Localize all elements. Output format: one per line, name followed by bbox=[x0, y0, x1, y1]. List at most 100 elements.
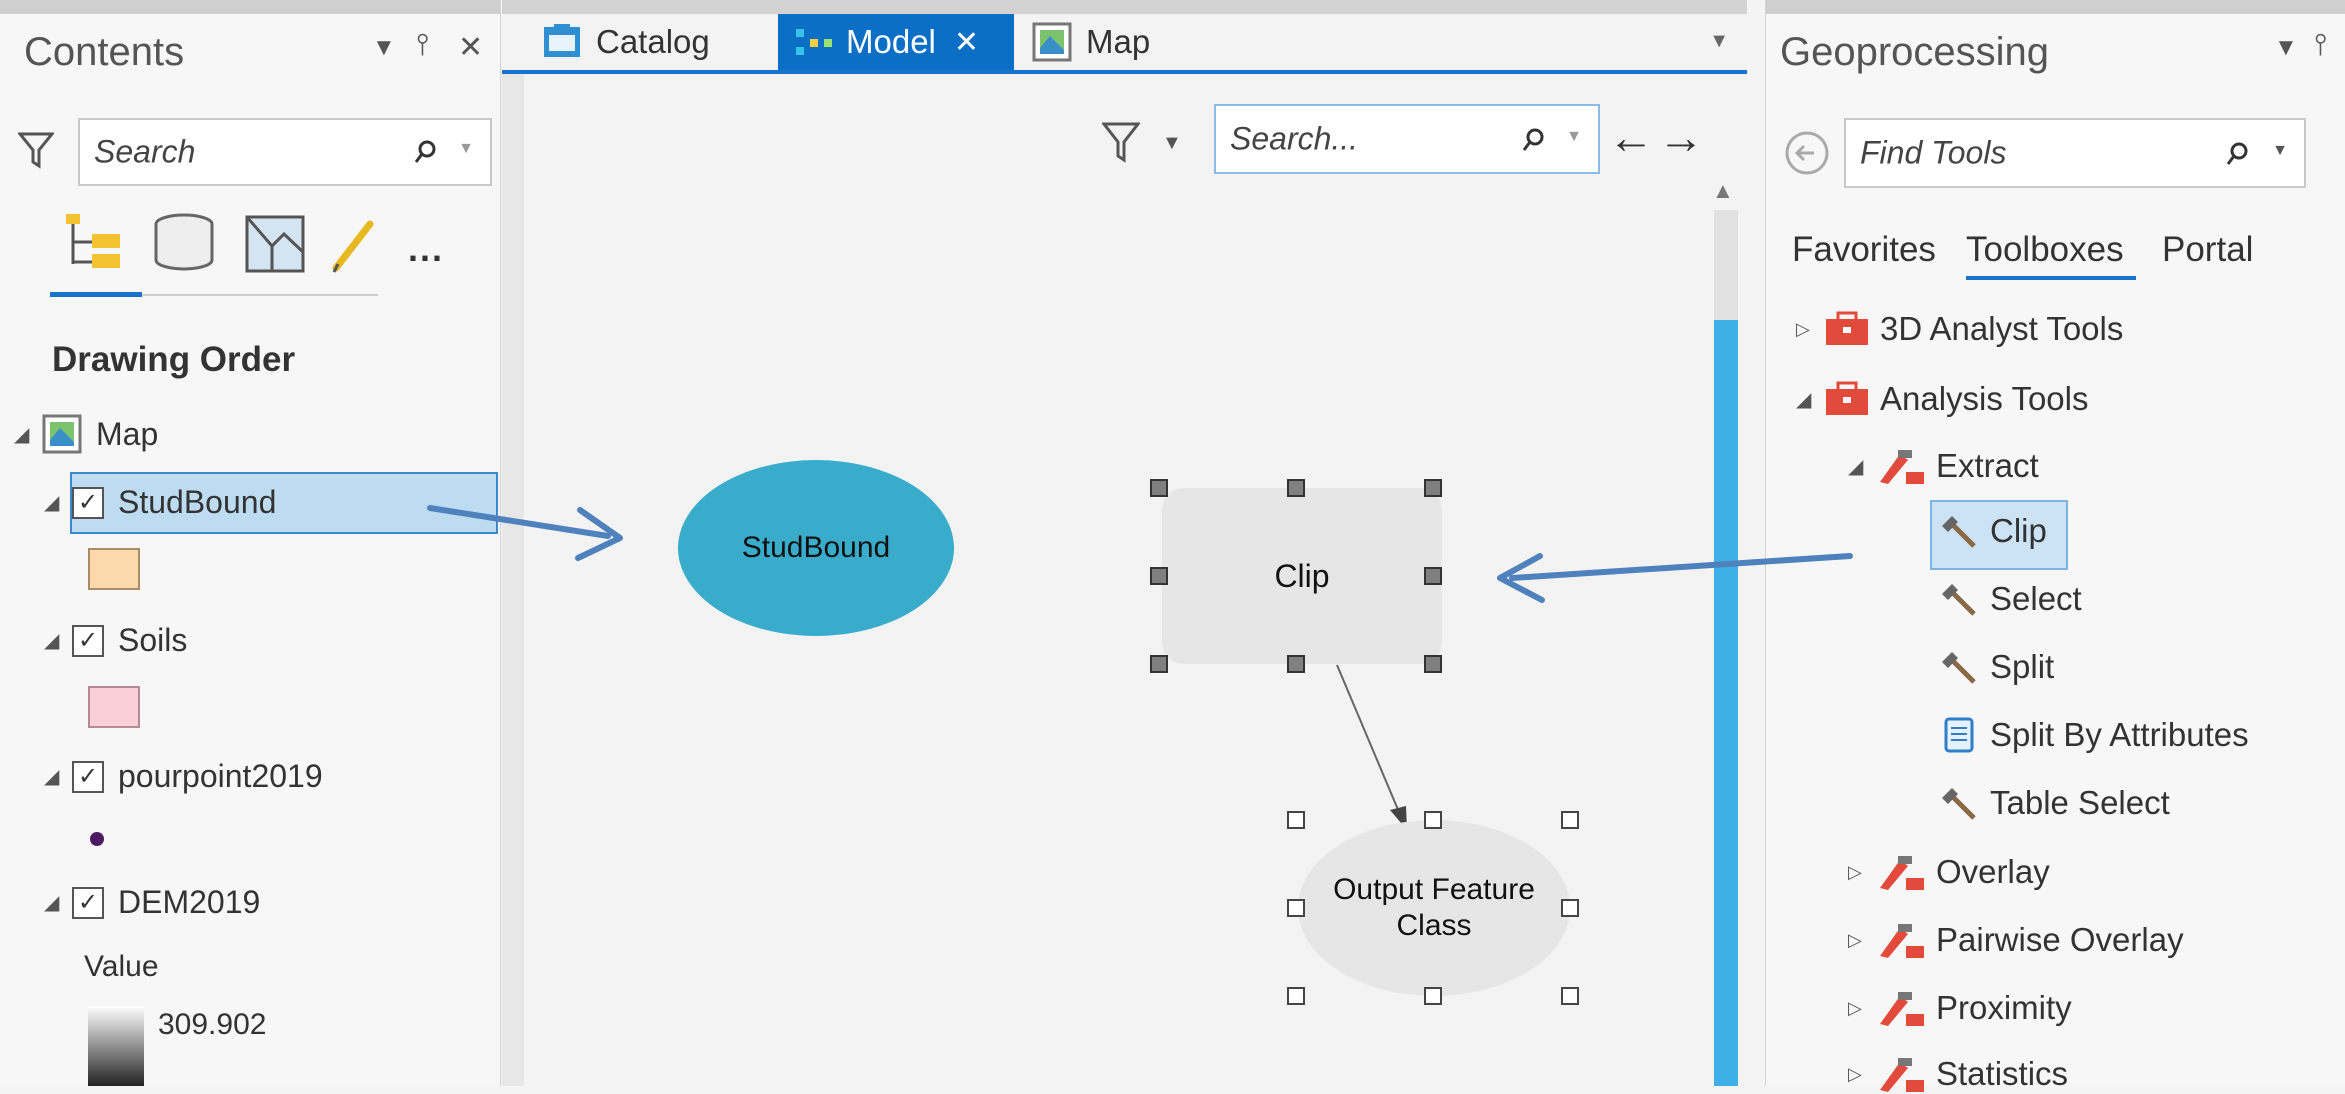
tool-label: Split By Attributes bbox=[1990, 716, 2249, 753]
input-data-node[interactable]: StudBound bbox=[678, 460, 954, 636]
layer-visibility-checkbox[interactable]: ✓ bbox=[72, 624, 104, 657]
clip-to-output-connector[interactable] bbox=[1336, 664, 1400, 813]
list-by-editing-icon[interactable] bbox=[330, 218, 380, 274]
selection-handle[interactable] bbox=[1424, 479, 1442, 497]
toolset-proximity[interactable]: ▷ Proximity bbox=[1848, 988, 2072, 1028]
tool-select[interactable]: Select bbox=[1940, 580, 2082, 618]
expand-triangle-icon[interactable]: ▷ bbox=[1848, 1064, 1876, 1085]
selection-handle[interactable] bbox=[1424, 987, 1442, 1005]
tab-favorites[interactable]: Favorites bbox=[1792, 230, 1936, 270]
layer-row-studbound[interactable]: ◢ ✓ StudBound bbox=[44, 484, 276, 521]
search-dropdown-icon[interactable]: ▼ bbox=[2272, 142, 2288, 160]
toolset-overlay[interactable]: ▷ Overlay bbox=[1848, 852, 2050, 892]
selection-handle[interactable] bbox=[1424, 655, 1442, 673]
expand-triangle-icon[interactable]: ▷ bbox=[1848, 998, 1876, 1019]
map-label: Map bbox=[96, 415, 159, 452]
collapse-triangle-icon[interactable]: ◢ bbox=[44, 890, 72, 915]
collapse-triangle-icon[interactable]: ◢ bbox=[44, 764, 72, 789]
filter-icon[interactable] bbox=[18, 130, 54, 170]
hammer-icon bbox=[1942, 516, 1976, 548]
tool-table-select[interactable]: Table Select bbox=[1940, 784, 2170, 822]
toolbox-3d-analyst[interactable]: ▷ 3D Analyst Tools bbox=[1796, 310, 2123, 348]
tab-portal[interactable]: Portal bbox=[2162, 230, 2253, 270]
toolset-icon bbox=[1880, 924, 1924, 958]
toolset-icon bbox=[1880, 992, 1924, 1026]
selection-handle[interactable] bbox=[1287, 899, 1305, 917]
close-icon[interactable]: ✕ bbox=[458, 30, 483, 65]
contents-pane: Contents ▼ ⫯ ✕ Search ▼ ... Drawing Orde… bbox=[0, 0, 501, 1086]
tool-clip[interactable]: Clip bbox=[1940, 512, 2047, 550]
layer-label: pourpoint2019 bbox=[118, 758, 323, 794]
toolbox-label: 3D Analyst Tools bbox=[1880, 310, 2124, 347]
tab-toolboxes[interactable]: Toolboxes bbox=[1966, 230, 2124, 270]
toolset-label: Pairwise Overlay bbox=[1936, 921, 2184, 958]
selection-handle[interactable] bbox=[1287, 479, 1305, 497]
find-tools-placeholder: Find Tools bbox=[1860, 134, 2007, 171]
layer-row-soils[interactable]: ◢ ✓ Soils bbox=[44, 622, 187, 659]
toolset-pairwise-overlay[interactable]: ▷ Pairwise Overlay bbox=[1848, 920, 2184, 960]
selection-handle[interactable] bbox=[1561, 899, 1579, 917]
toolset-extract[interactable]: ◢ Extract bbox=[1848, 446, 2039, 486]
toolbox-icon bbox=[1826, 381, 1868, 415]
collapse-triangle-icon[interactable]: ◢ bbox=[1796, 387, 1824, 412]
output-node-label-line1: Output Feature bbox=[1333, 873, 1535, 906]
selection-handle[interactable] bbox=[1287, 811, 1305, 829]
selection-handle[interactable] bbox=[1150, 567, 1168, 585]
expand-triangle-icon[interactable]: ▷ bbox=[1848, 862, 1876, 883]
contents-search-input[interactable]: Search ▼ bbox=[78, 118, 492, 186]
list-by-drawing-order-icon[interactable] bbox=[62, 212, 128, 274]
back-icon[interactable] bbox=[1784, 130, 1830, 176]
selection-handle[interactable] bbox=[1150, 655, 1168, 673]
pane-options-icon[interactable]: ▼ bbox=[2274, 34, 2298, 62]
pin-icon[interactable]: ⫯ bbox=[416, 28, 429, 62]
expand-triangle-icon[interactable]: ▷ bbox=[1848, 930, 1876, 951]
toolset-statistics[interactable]: ▷ Statistics bbox=[1848, 1054, 2068, 1094]
geoprocessing-pane: Geoprocessing ▼ ⫯ Find Tools ▼ Favorites… bbox=[1765, 0, 2345, 1092]
tool-label: Select bbox=[1990, 580, 2082, 617]
clip-tool-node[interactable]: Clip bbox=[1162, 488, 1442, 664]
layer-visibility-checkbox[interactable]: ✓ bbox=[72, 760, 104, 793]
layer-symbol-swatch[interactable] bbox=[88, 686, 140, 728]
pane-options-icon[interactable]: ▼ bbox=[372, 34, 396, 62]
selection-handle[interactable] bbox=[1424, 811, 1442, 829]
more-options-icon[interactable]: ... bbox=[408, 228, 444, 270]
collapse-triangle-icon[interactable]: ◢ bbox=[1848, 454, 1876, 479]
tool-split-by-attributes[interactable]: Split By Attributes bbox=[1940, 716, 2249, 754]
layer-symbol-swatch[interactable] bbox=[88, 548, 140, 590]
layer-visibility-checkbox[interactable]: ✓ bbox=[72, 886, 104, 919]
map-icon bbox=[42, 414, 82, 454]
elevation-ramp[interactable] bbox=[88, 1006, 144, 1086]
output-data-node[interactable]: Output Feature Class bbox=[1298, 820, 1570, 996]
toolbox-label: Analysis Tools bbox=[1880, 380, 2089, 417]
selection-handle[interactable] bbox=[1424, 567, 1442, 585]
search-icon[interactable] bbox=[2226, 142, 2250, 166]
selection-handle[interactable] bbox=[1561, 811, 1579, 829]
list-by-selection-icon[interactable] bbox=[244, 214, 306, 274]
selection-handle[interactable] bbox=[1150, 479, 1168, 497]
collapse-triangle-icon[interactable]: ◢ bbox=[14, 422, 42, 447]
drawing-order-heading: Drawing Order bbox=[52, 340, 296, 379]
search-dropdown-icon[interactable]: ▼ bbox=[458, 140, 474, 158]
search-icon[interactable] bbox=[414, 140, 438, 164]
tool-node-label: Clip bbox=[1274, 557, 1330, 594]
find-tools-input[interactable]: Find Tools ▼ bbox=[1844, 118, 2306, 188]
map-tree-item[interactable]: ◢ Map bbox=[14, 414, 158, 454]
selection-handle[interactable] bbox=[1287, 987, 1305, 1005]
contents-title: Contents bbox=[24, 30, 185, 74]
output-node-label-line2: Class bbox=[1396, 909, 1472, 942]
collapse-triangle-icon[interactable]: ◢ bbox=[44, 490, 72, 515]
toolbox-analysis-tools[interactable]: ◢ Analysis Tools bbox=[1796, 380, 2089, 418]
point-symbol[interactable] bbox=[90, 832, 104, 846]
selection-handle[interactable] bbox=[1561, 987, 1579, 1005]
expand-triangle-icon[interactable]: ▷ bbox=[1796, 319, 1824, 340]
selection-handle[interactable] bbox=[1287, 655, 1305, 673]
layer-row-dem2019[interactable]: ◢ ✓ DEM2019 bbox=[44, 884, 260, 921]
list-by-data-source-icon[interactable] bbox=[152, 212, 216, 274]
tool-split[interactable]: Split bbox=[1940, 648, 2054, 686]
layer-visibility-checkbox[interactable]: ✓ bbox=[72, 486, 104, 519]
hammer-icon bbox=[1942, 788, 1976, 820]
collapse-triangle-icon[interactable]: ◢ bbox=[44, 628, 72, 653]
layer-row-pourpoint2019[interactable]: ◢ ✓ pourpoint2019 bbox=[44, 758, 323, 795]
pin-icon[interactable]: ⫯ bbox=[2314, 28, 2327, 62]
pane-top-strip bbox=[0, 0, 500, 14]
